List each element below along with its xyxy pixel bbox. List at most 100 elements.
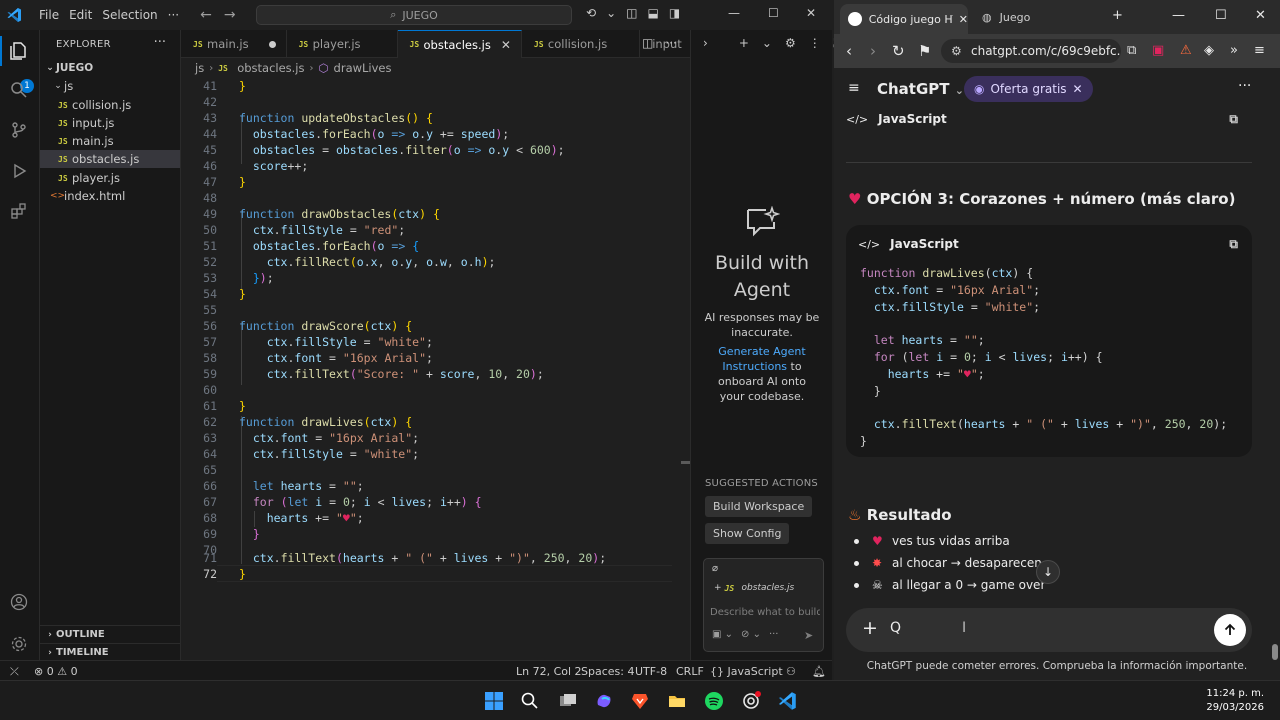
source-control-icon[interactable] (8, 119, 30, 141)
editor-more-icon[interactable]: ··· (665, 36, 676, 50)
extension-icon[interactable]: ⧉ (1127, 43, 1136, 58)
tab-player[interactable]: JS player.js (287, 30, 398, 58)
outline-section[interactable]: › OUTLINE (40, 625, 180, 643)
agent-input-placeholder[interactable]: Describe what to build (710, 607, 820, 618)
run-debug-icon[interactable] (8, 160, 30, 182)
code-editor[interactable]: 41} 42 43 function updateObstacles() { 44… (181, 78, 690, 660)
context-file-chip[interactable]: + JS obstacles.js (714, 583, 794, 593)
account-icon[interactable] (8, 591, 30, 613)
composer-input[interactable]: Q (890, 620, 901, 636)
settings-gear-icon[interactable]: ⚙ (785, 36, 796, 51)
breadcrumb-folder[interactable]: js (195, 61, 204, 75)
menu-selection[interactable]: Selection (97, 8, 162, 22)
chat-composer[interactable]: + Q I (846, 608, 1252, 652)
timeline-section[interactable]: › TIMELINE (40, 643, 180, 661)
file-index-html[interactable]: <> index.html (40, 187, 180, 205)
send-button[interactable] (1214, 614, 1246, 646)
more-icon[interactable]: › (703, 36, 708, 51)
language-mode[interactable]: {} JavaScript (710, 665, 783, 678)
minimize-icon[interactable]: — (728, 6, 740, 20)
task-view-icon[interactable] (556, 689, 580, 713)
unsaved-dot-icon[interactable] (268, 40, 276, 48)
file-explorer-icon[interactable] (665, 689, 689, 713)
panel-more-icon[interactable]: ⋮ (809, 36, 821, 51)
new-chat-icon[interactable]: + (739, 36, 749, 51)
chatgpt-app-icon[interactable] (739, 689, 763, 713)
maximize-icon[interactable]: ☐ (768, 6, 779, 20)
attach-icon[interactable]: ⌀ (712, 563, 718, 574)
bookmark-icon[interactable]: ⚑ (918, 42, 931, 60)
menu-file[interactable]: File (34, 8, 64, 22)
breadcrumb-symbol[interactable]: drawLives (334, 61, 392, 75)
start-windows-icon[interactable] (482, 689, 506, 713)
copy-icon[interactable]: ⧉ (1229, 112, 1238, 127)
free-offer-badge[interactable]: ◉ Oferta gratis ✕ (964, 76, 1093, 102)
tab-collision[interactable]: JS collision.js (522, 30, 641, 58)
chatgpt-model-picker[interactable]: ChatGPT ⌄ (877, 80, 964, 98)
browser-tab-chatgpt[interactable]: Código juego HTML ✕ (840, 4, 968, 34)
copy-icon[interactable]: ⧉ (1229, 237, 1238, 252)
tab-obstacles[interactable]: JS obstacles.js ✕ (397, 30, 522, 58)
file-main[interactable]: JS main.js (40, 132, 180, 150)
command-center-search[interactable]: ⌕ JUEGO (256, 5, 572, 25)
close-window-icon[interactable]: ✕ (1255, 8, 1266, 23)
folder-js[interactable]: ⌄ js (40, 77, 180, 95)
sidebar-toggle-icon[interactable]: ≡ (848, 80, 860, 96)
address-bar[interactable]: ⚙ chatgpt.com/c/69c9ebfc... (941, 39, 1121, 63)
maximize-icon[interactable]: ☐ (1215, 8, 1227, 23)
brave-icon[interactable]: ⚠ (1180, 43, 1192, 58)
back-arrow-icon[interactable]: ← (200, 7, 212, 23)
explorer-icon[interactable] (8, 40, 30, 62)
copilot-icon[interactable]: ⟲ (586, 6, 596, 20)
add-attachment-icon[interactable]: + (862, 617, 878, 639)
close-icon[interactable]: ✕ (1073, 82, 1083, 96)
copilot-status-icon[interactable]: ⚇ (786, 665, 796, 678)
options-icon[interactable]: ··· (1238, 78, 1251, 94)
spotify-icon[interactable] (702, 689, 726, 713)
copilot-icon[interactable] (592, 689, 616, 713)
extensions-icon[interactable] (8, 200, 30, 222)
explorer-more-icon[interactable]: ··· (154, 35, 166, 50)
close-tab-icon[interactable]: ✕ (501, 38, 511, 52)
remote-icon[interactable]: ⤫ (10, 665, 19, 679)
settings-gear-icon[interactable] (8, 633, 30, 655)
encoding[interactable]: UTF-8 (635, 665, 667, 678)
new-tab-icon[interactable]: + (1112, 8, 1123, 23)
cursor-position[interactable]: Ln 72, Col 2 (516, 665, 582, 678)
chevron-down-icon[interactable]: ⌄ (762, 36, 772, 51)
scroll-down-button[interactable]: ↓ (1036, 560, 1060, 584)
search-icon[interactable] (518, 689, 542, 713)
file-obstacles[interactable]: JS obstacles.js (40, 150, 180, 168)
minimize-icon[interactable]: — (1172, 8, 1185, 23)
chevron-down-icon[interactable]: ⌄ (606, 6, 616, 20)
close-tab-icon[interactable]: ✕ (959, 13, 968, 26)
vpn-icon[interactable]: ◈ (1204, 43, 1214, 58)
tab-main[interactable]: JS main.js (181, 30, 287, 58)
breadcrumb-file[interactable]: obstacles.js (237, 61, 304, 75)
search-icon[interactable] (8, 79, 30, 101)
more-options-icon[interactable]: ··· (769, 629, 779, 640)
file-collision[interactable]: JS collision.js (40, 96, 180, 114)
system-clock[interactable]: 11:24 p. m. 29/03/2026 (1206, 687, 1264, 715)
forward-icon[interactable]: › (870, 42, 876, 60)
browser-tab-juego[interactable]: ◍ Juego (982, 4, 1030, 30)
problems-indicator[interactable]: ⊗ 0 ⚠ 0 (34, 665, 78, 678)
page-scrollbar[interactable] (1272, 644, 1278, 660)
back-icon[interactable]: ‹ (846, 42, 852, 60)
line-ending[interactable]: CRLF (676, 665, 704, 678)
forward-arrow-icon[interactable]: → (224, 7, 236, 23)
split-editor-icon[interactable]: ◫ (642, 36, 653, 50)
file-player[interactable]: JS player.js (40, 169, 180, 187)
more-menu-icon[interactable]: ··· (163, 8, 184, 22)
notifications-icon[interactable]: 🔔︎ (812, 665, 826, 678)
menu-edit[interactable]: Edit (64, 8, 97, 22)
more-tools-icon[interactable]: » (1230, 43, 1238, 58)
browser-menu-icon[interactable]: ≡ (1254, 43, 1265, 58)
brave-rewards-icon[interactable]: ▣ (1152, 43, 1164, 58)
mode-picker-icon[interactable]: ▣ ⌄ (712, 629, 733, 640)
indentation[interactable]: Spaces: 4 (581, 665, 634, 678)
build-workspace-button[interactable]: Build Workspace (705, 496, 813, 517)
show-config-button[interactable]: Show Config (705, 523, 790, 544)
reload-icon[interactable]: ↻ (892, 42, 905, 60)
close-window-icon[interactable]: ✕ (806, 6, 816, 20)
